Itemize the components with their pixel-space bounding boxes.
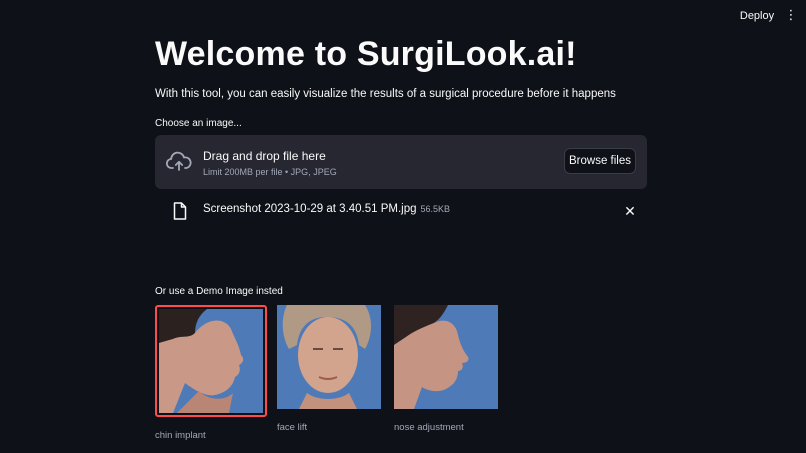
close-icon[interactable]: ✕ (623, 203, 637, 219)
demo-image-nose-adjustment[interactable]: nose adjustment (394, 305, 502, 433)
deploy-button[interactable]: Deploy (733, 8, 781, 24)
face-lift-photo (277, 305, 381, 409)
demo-section-label: Or use a Demo Image insted (155, 286, 283, 297)
demo-caption: chin implant (155, 430, 206, 441)
demo-image-face-lift[interactable]: face lift (277, 305, 385, 433)
file-icon (173, 202, 187, 220)
nose-adjustment-photo (394, 305, 498, 409)
demo-image-chin-implant[interactable]: chin implant (155, 305, 267, 441)
uploader-label: Choose an image... (155, 118, 242, 129)
file-size: 56.5KB (420, 204, 451, 214)
top-bar: Deploy ⋮ (0, 0, 806, 30)
page-subtitle: With this tool, you can easily visualize… (155, 88, 616, 100)
dropzone-instructions: Drag and drop file here (203, 149, 326, 163)
cloud-upload-icon (166, 151, 192, 171)
uploaded-file-name: Screenshot 2023-10-29 at 3.40.51 PM.jpg 5… (203, 203, 450, 215)
file-dropzone[interactable]: Drag and drop file here Limit 200MB per … (155, 135, 647, 189)
uploaded-file-row: Screenshot 2023-10-29 at 3.40.51 PM.jpg 5… (155, 200, 647, 222)
file-name-text: Screenshot 2023-10-29 at 3.40.51 PM.jpg (203, 203, 417, 215)
demo-thumbnail[interactable] (155, 305, 267, 417)
demo-caption: nose adjustment (394, 422, 464, 433)
browse-files-button[interactable]: Browse files (564, 148, 636, 174)
page-title: Welcome to SurgiLook.ai! (155, 35, 577, 73)
dropzone-limit: Limit 200MB per file • JPG, JPEG (203, 167, 337, 177)
more-vertical-icon[interactable]: ⋮ (784, 7, 798, 23)
chin-implant-photo (159, 309, 263, 413)
demo-thumbnail[interactable] (277, 305, 381, 409)
demo-thumbnail[interactable] (394, 305, 498, 409)
demo-caption: face lift (277, 422, 308, 433)
